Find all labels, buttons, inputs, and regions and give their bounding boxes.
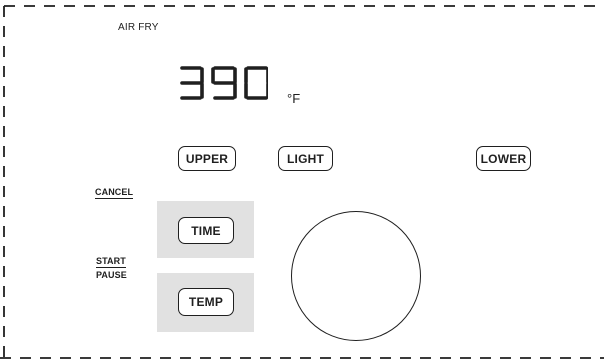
control-dial[interactable] [291,211,421,341]
light-button[interactable]: LIGHT [278,146,333,171]
cooking-mode-label: AIR FRY [118,22,159,33]
pause-label: PAUSE [96,270,127,280]
digit-9 [211,66,237,100]
upper-oven-button[interactable]: UPPER [178,146,236,171]
temp-start-pause-key[interactable]: TEMP [157,273,254,332]
time-button[interactable]: TIME [178,217,234,244]
start-label: START [96,256,126,268]
time-cancel-key[interactable]: TIME [157,201,254,258]
lower-oven-button[interactable]: LOWER [476,146,531,171]
digit-0 [244,66,268,100]
digit-3 [180,66,204,100]
temperature-unit: °F [287,91,301,106]
cancel-label: CANCEL [95,187,134,199]
seven-segment-readout [180,66,268,100]
oven-control-panel: AIR FRY °F UPPER LIGHT LOWER CANCEL STAR… [0,0,604,361]
temp-button[interactable]: TEMP [178,288,234,316]
temperature-display [178,66,268,106]
